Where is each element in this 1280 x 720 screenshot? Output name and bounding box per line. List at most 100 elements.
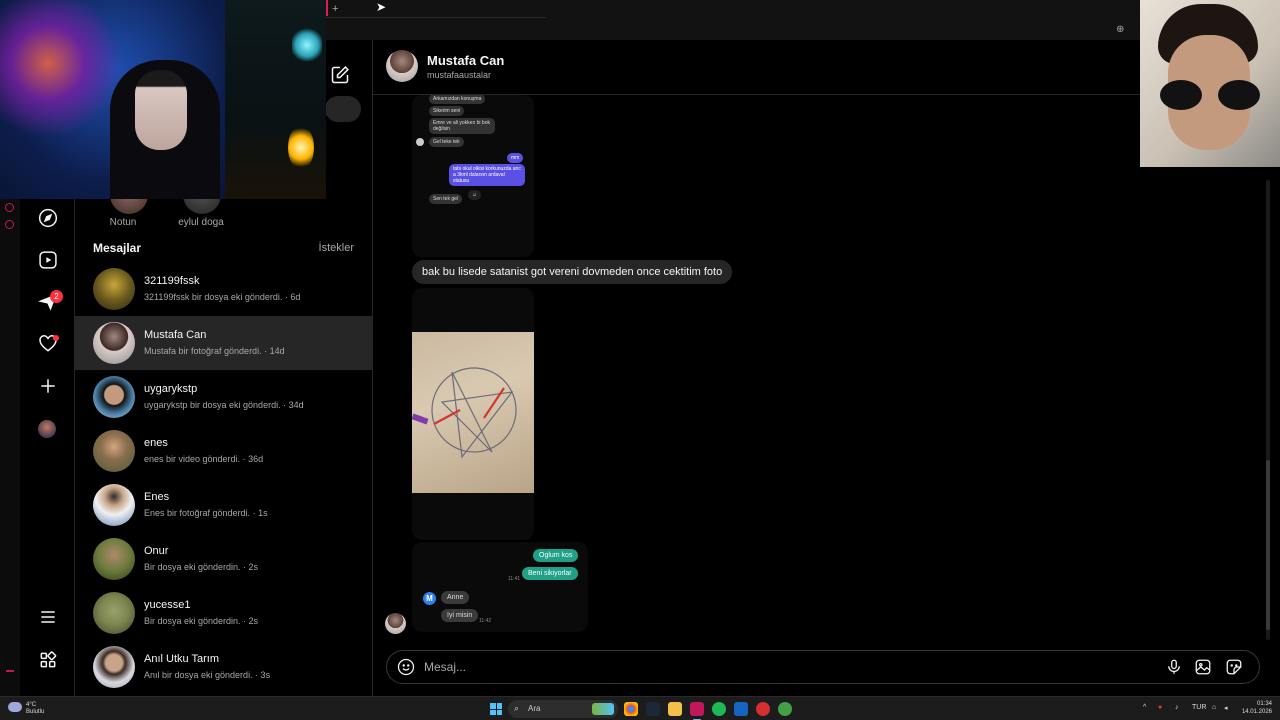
conversation-avatar	[93, 322, 135, 364]
shared-screenshot-2[interactable]: Oglum kos 11:41 Beni sikiyorlar M Anne I…	[412, 542, 588, 632]
conversation-preview: enes bir video gönderdi. · 36d	[144, 454, 264, 464]
strip-indicator-icon	[5, 220, 14, 229]
volume-icon[interactable]: ◂	[1224, 704, 1228, 712]
conversation-item-active[interactable]: Mustafa Can Mustafa bir fotoğraf gönderd…	[75, 316, 373, 370]
create-plus-icon[interactable]	[37, 375, 59, 397]
tray-chevron-icon[interactable]: ^	[1143, 704, 1146, 711]
chat-title[interactable]: Mustafa Can	[427, 53, 504, 68]
more-grid-icon[interactable]	[37, 649, 59, 671]
drawing-photo	[412, 332, 534, 493]
note-label-eylul: eylul doga	[178, 217, 224, 228]
mini-message: Anne	[441, 591, 470, 604]
conversation-preview: Enes bir fotoğraf gönderdi. · 1s	[144, 508, 268, 518]
conversation-preview: 321199fssk bir dosya eki gönderdi. · 6d	[144, 292, 301, 302]
taskbar-search[interactable]: ⌕ Ara	[508, 700, 618, 718]
opera-icon[interactable]	[690, 702, 704, 720]
conversation-preview: Bir dosya eki gönderdin. · 2s	[144, 616, 259, 626]
streamer-face	[135, 70, 187, 150]
browser-tab-strip	[326, 0, 546, 18]
shared-screenshot-1[interactable]: Arkamızdan konuşma Sikerim seni Emre ve …	[412, 95, 534, 257]
shared-photo[interactable]	[412, 288, 534, 540]
menu-hamburger-icon[interactable]	[37, 606, 59, 628]
file-explorer-icon[interactable]	[668, 702, 682, 716]
mouse-cursor-icon: ➤	[376, 0, 387, 14]
zoom-icon[interactable]: ⊕	[1116, 24, 1126, 35]
mini-message: Gel teke tek	[429, 137, 464, 147]
requests-link[interactable]: İstekler	[319, 242, 354, 254]
emoji-icon[interactable]	[397, 658, 415, 676]
new-message-compose-icon[interactable]	[330, 65, 350, 85]
notification-dot	[53, 335, 59, 341]
app-icon[interactable]	[756, 702, 770, 716]
mini-message: Arkamızdan konuşma	[429, 95, 486, 104]
chrome-icon[interactable]	[624, 702, 638, 716]
mini-avatar	[416, 138, 424, 146]
store-icon[interactable]	[734, 702, 748, 716]
conversation-item[interactable]: Enes Enes bir fotoğraf gönderdi. · 1s	[75, 478, 373, 532]
messages-badge: 2	[50, 290, 63, 303]
steam-icon[interactable]	[646, 702, 660, 716]
mini-avatar: M	[423, 592, 436, 605]
clock[interactable]: 01:34 14.01.2026	[1236, 700, 1272, 716]
strip-indicator-icon	[6, 670, 14, 672]
conversation-avatar	[93, 376, 135, 418]
conversation-avatar	[93, 592, 135, 634]
mini-timestamp: 11:41	[508, 576, 521, 582]
conversation-avatar	[93, 646, 135, 688]
chat-scrollbar[interactable]	[1266, 180, 1270, 640]
language-indicator[interactable]: TUR	[1192, 704, 1206, 711]
mini-reaction-icon: ☺	[468, 190, 482, 200]
search-label: Ara	[528, 704, 541, 713]
message-composer	[386, 650, 1260, 684]
network-icon[interactable]: ⌂	[1212, 704, 1216, 711]
conversation-preview: Bir dosya eki gönderdin. · 2s	[144, 562, 259, 572]
scrollbar-thumb[interactable]	[1266, 460, 1270, 630]
app-icon[interactable]	[778, 702, 792, 716]
conversation-item[interactable]: Onur Bir dosya eki gönderdin. · 2s	[75, 532, 373, 586]
conversation-avatar	[93, 430, 135, 472]
conversation-preview: uygarykstp bir dosya eki gönderdi. · 34d	[144, 400, 304, 410]
conversation-name: Mustafa Can	[144, 329, 207, 341]
chat-handle: mustafaaustalar	[427, 70, 492, 80]
tray-app-icon[interactable]: ●	[1158, 704, 1162, 711]
spotify-icon[interactable]	[712, 702, 726, 716]
conversation-item[interactable]: yucesse1 Bir dosya eki gönderdin. · 2s	[75, 586, 373, 640]
chat-avatar[interactable]	[386, 50, 418, 82]
mini-message-sent: mm	[507, 153, 524, 163]
windows-start-icon[interactable]	[490, 703, 502, 715]
windows-taskbar: 4°C Bulutlu ⌕ Ara ^ ● ♪ TUR ⌂ ◂ 01:34 14…	[0, 696, 1280, 720]
mini-message-sent: Oglum kos	[533, 549, 579, 562]
webcam-overlay-left	[0, 0, 326, 199]
tray-mic-icon[interactable]: ♪	[1175, 704, 1179, 711]
conversation-item[interactable]: Anıl Utku Tarım Anıl bir dosya eki gönde…	[75, 640, 373, 694]
conversation-name: enes	[144, 437, 168, 449]
strip-indicator-icon	[5, 203, 14, 212]
microphone-icon[interactable]	[1165, 658, 1183, 676]
conversation-name: Onur	[144, 545, 169, 557]
profile-avatar[interactable]	[38, 420, 56, 438]
mini-message-sent: tabi okul olkisi korkunuzda anc a 3kml d…	[449, 164, 525, 186]
weather-desc: Bulutlu	[26, 709, 45, 715]
sender-avatar[interactable]	[385, 613, 406, 634]
search-icon: ⌕	[514, 703, 520, 713]
webcam-overlay-right	[1140, 0, 1280, 167]
conversation-name: yucesse1	[144, 599, 191, 611]
conversation-item[interactable]: enes enes bir video gönderdi. · 36d	[75, 424, 373, 478]
reels-icon[interactable]	[37, 249, 59, 271]
text-message[interactable]: bak bu lisede satanist got vereni dovmed…	[412, 260, 733, 284]
note-bubble[interactable]	[325, 96, 361, 122]
conversation-avatar	[93, 538, 135, 580]
message-input[interactable]	[424, 658, 1124, 676]
sticker-icon[interactable]	[1225, 658, 1243, 676]
conversation-item[interactable]: 321199fssk 321199fssk bir dosya eki gönd…	[75, 262, 373, 316]
weather-cloud-icon	[8, 702, 22, 712]
clock-date: 14.01.2026	[1241, 709, 1272, 715]
conversation-name: uygarykstp	[144, 383, 198, 395]
new-tab-button[interactable]: +	[332, 3, 338, 15]
conversation-avatar	[93, 268, 135, 310]
conversation-item[interactable]: uygarykstp uygarykstp bir dosya eki gönd…	[75, 370, 373, 424]
mini-timestamp: 11:42	[479, 618, 492, 624]
conversation-name: Enes	[144, 491, 170, 503]
gallery-image-icon[interactable]	[1194, 658, 1212, 676]
explore-compass-icon[interactable]	[37, 207, 59, 229]
